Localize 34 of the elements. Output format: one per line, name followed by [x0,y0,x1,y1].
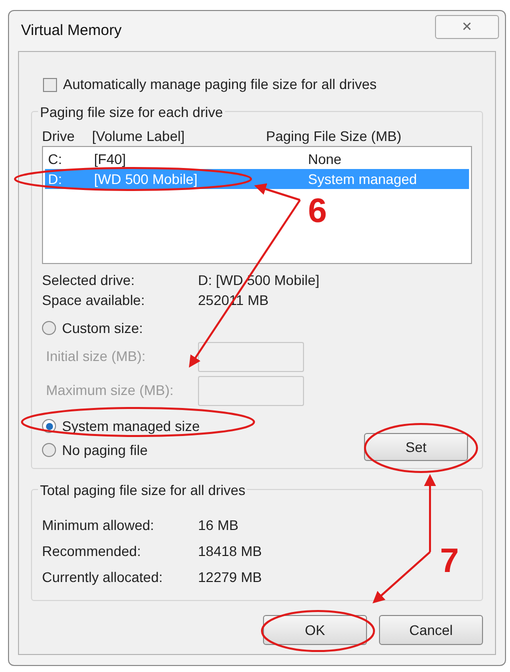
table-cell-text: System managed [308,170,417,189]
checkbox-label: Automatically manage paging file size for all drives [63,75,377,94]
radio-label: No paging file [62,440,148,460]
info-label: Minimum allowed: [42,516,154,532]
set-button[interactable]: Set [364,433,468,461]
column-header: [Volume Label] [92,128,185,144]
close-button[interactable]: ✕ [435,15,499,39]
radio-label: Custom size: [62,318,143,338]
info-label: Currently allocated: [42,568,163,584]
column-header: Paging File Size (MB) [266,126,402,146]
radio-button[interactable] [42,443,56,457]
ok-button[interactable]: OK [263,615,367,645]
step-number: 6 [308,194,327,228]
info-value: 16 MB [198,516,238,534]
table-cell: D: [48,170,62,186]
checkbox[interactable] [43,78,57,92]
column-header: Drive [42,128,75,144]
drive-row[interactable]: C: [F40] None [45,149,469,169]
table-cell: [WD 500 Mobile] [94,170,198,186]
radio-label: System managed size [62,416,200,436]
table-cell-text: None [308,150,342,168]
window-title: Virtual Memory [21,20,122,41]
table-cell: [F40] [94,150,126,166]
info-value: 12279 MB [198,568,262,586]
table-cell: C: [48,150,62,166]
info-value: 18418 MB [198,542,262,560]
field-label: Maximum size (MB): [46,382,174,398]
info-label: Selected drive: [42,272,135,288]
step-number: 7 [440,544,459,578]
field-label: Initial size (MB): [46,348,146,364]
cancel-button[interactable]: Cancel [379,615,483,645]
info-label: Recommended: [42,542,141,558]
info-label: Space available: [42,292,145,308]
radio-button[interactable] [42,321,56,335]
